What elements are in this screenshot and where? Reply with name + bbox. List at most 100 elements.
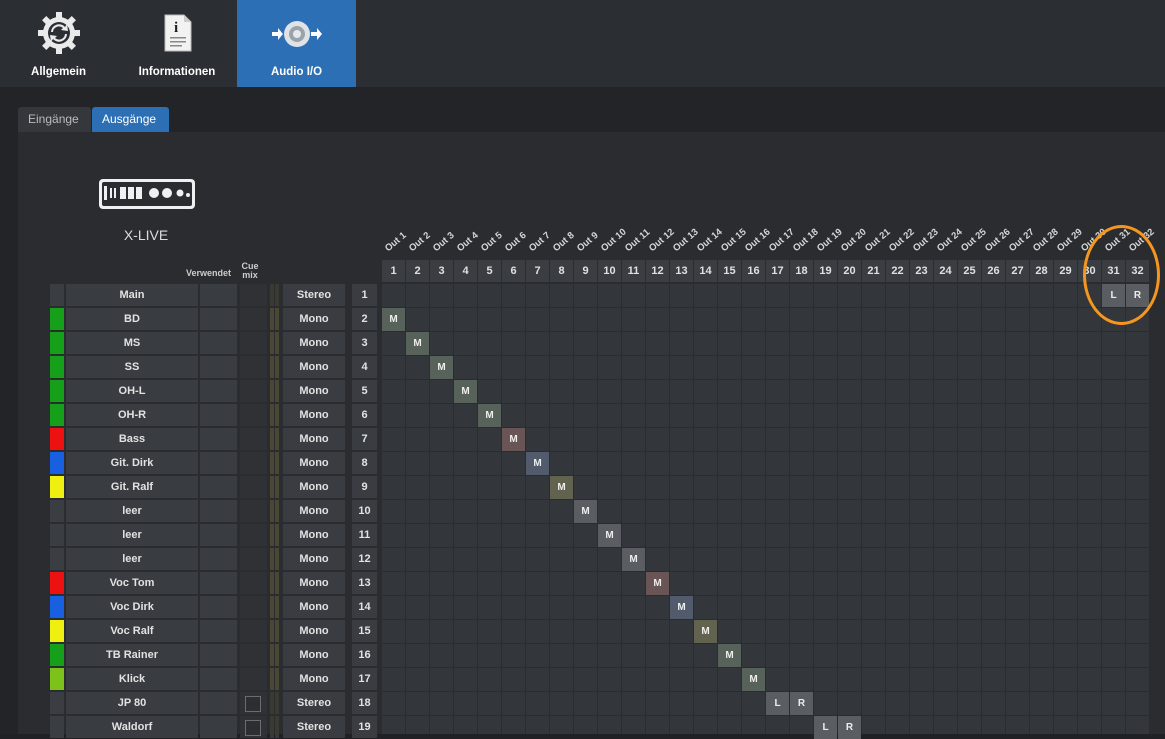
matrix-cell[interactable]: [406, 548, 429, 571]
matrix-cell[interactable]: [742, 596, 765, 619]
matrix-cell[interactable]: [1006, 500, 1029, 523]
matrix-cell[interactable]: [814, 428, 837, 451]
matrix-cell[interactable]: [1030, 500, 1053, 523]
output-number[interactable]: 29: [1054, 260, 1077, 282]
matrix-cell[interactable]: [1030, 356, 1053, 379]
matrix-cell[interactable]: [454, 596, 477, 619]
matrix-cell[interactable]: [526, 308, 549, 331]
matrix-cell[interactable]: [766, 620, 789, 643]
matrix-cell[interactable]: [382, 356, 405, 379]
tab-ausgaenge[interactable]: Ausgänge: [92, 107, 169, 132]
matrix-cell[interactable]: [838, 572, 861, 595]
matrix-cell[interactable]: [790, 380, 813, 403]
matrix-cell[interactable]: [1030, 476, 1053, 499]
matrix-cell[interactable]: [934, 332, 957, 355]
matrix-cell[interactable]: [454, 404, 477, 427]
matrix-cell[interactable]: [910, 716, 933, 734]
matrix-cell[interactable]: [910, 500, 933, 523]
routing-mark[interactable]: M: [454, 380, 477, 403]
matrix-cell[interactable]: [790, 524, 813, 547]
matrix-cell[interactable]: [1102, 452, 1125, 475]
matrix-cell[interactable]: [1006, 596, 1029, 619]
matrix-cell[interactable]: [1126, 500, 1149, 523]
matrix-cell[interactable]: [742, 356, 765, 379]
matrix-cell[interactable]: [862, 572, 885, 595]
matrix-cell[interactable]: [502, 452, 525, 475]
matrix-cell[interactable]: [766, 404, 789, 427]
matrix-cell[interactable]: [1030, 308, 1053, 331]
matrix-cell[interactable]: [454, 308, 477, 331]
matrix-cell[interactable]: [886, 452, 909, 475]
matrix-cell[interactable]: [526, 476, 549, 499]
matrix-cell[interactable]: [382, 284, 405, 307]
matrix-cell[interactable]: [622, 284, 645, 307]
channel-type[interactable]: Mono: [283, 332, 345, 354]
matrix-cell[interactable]: [478, 332, 501, 355]
matrix-cell[interactable]: [982, 500, 1005, 523]
matrix-cell[interactable]: [574, 668, 597, 691]
matrix-cell[interactable]: [958, 380, 981, 403]
matrix-cell[interactable]: [934, 668, 957, 691]
matrix-cell[interactable]: [1030, 548, 1053, 571]
matrix-cell[interactable]: [526, 500, 549, 523]
matrix-cell[interactable]: [958, 356, 981, 379]
matrix-cell[interactable]: [526, 428, 549, 451]
matrix-cell[interactable]: [406, 716, 429, 734]
matrix-cell[interactable]: [550, 644, 573, 667]
matrix-cell[interactable]: [1078, 716, 1101, 734]
matrix-cell[interactable]: [862, 356, 885, 379]
matrix-cell[interactable]: [862, 548, 885, 571]
matrix-cell[interactable]: [574, 692, 597, 715]
matrix-cell[interactable]: [1126, 548, 1149, 571]
channel-type[interactable]: Mono: [283, 428, 345, 450]
matrix-cell[interactable]: [718, 284, 741, 307]
matrix-cell[interactable]: [406, 572, 429, 595]
matrix-cell[interactable]: [982, 428, 1005, 451]
matrix-cell[interactable]: [910, 308, 933, 331]
matrix-cell[interactable]: [646, 356, 669, 379]
matrix-cell[interactable]: [382, 692, 405, 715]
matrix-cell[interactable]: [622, 572, 645, 595]
matrix-cell[interactable]: [646, 428, 669, 451]
matrix-cell[interactable]: [574, 428, 597, 451]
matrix-cell[interactable]: [646, 308, 669, 331]
matrix-cell[interactable]: [646, 476, 669, 499]
matrix-cell[interactable]: [982, 404, 1005, 427]
matrix-cell[interactable]: [982, 596, 1005, 619]
matrix-cell[interactable]: [454, 692, 477, 715]
matrix-cell[interactable]: [790, 500, 813, 523]
channel-type[interactable]: Mono: [283, 356, 345, 378]
matrix-cell[interactable]: [1030, 620, 1053, 643]
matrix-cell[interactable]: [454, 548, 477, 571]
matrix-cell[interactable]: [1126, 692, 1149, 715]
matrix-cell[interactable]: [934, 284, 957, 307]
matrix-cell[interactable]: [982, 356, 1005, 379]
matrix-cell[interactable]: [1126, 668, 1149, 691]
matrix-cell[interactable]: [862, 692, 885, 715]
output-number[interactable]: 16: [742, 260, 765, 282]
matrix-cell[interactable]: [742, 332, 765, 355]
matrix-cell[interactable]: [574, 572, 597, 595]
matrix-cell[interactable]: [430, 620, 453, 643]
matrix-cell[interactable]: [1102, 548, 1125, 571]
matrix-cell[interactable]: [1054, 476, 1077, 499]
matrix-cell[interactable]: [982, 476, 1005, 499]
matrix-cell[interactable]: [598, 668, 621, 691]
matrix-cell[interactable]: [478, 572, 501, 595]
matrix-cell[interactable]: [838, 500, 861, 523]
matrix-cell[interactable]: [670, 524, 693, 547]
matrix-cell[interactable]: [1078, 548, 1101, 571]
matrix-cell[interactable]: [430, 428, 453, 451]
matrix-cell[interactable]: [790, 668, 813, 691]
matrix-cell[interactable]: [814, 332, 837, 355]
matrix-cell[interactable]: [646, 332, 669, 355]
matrix-cell[interactable]: [814, 596, 837, 619]
matrix-cell[interactable]: [718, 524, 741, 547]
matrix-cell[interactable]: [478, 524, 501, 547]
channel-type[interactable]: Mono: [283, 524, 345, 546]
matrix-cell[interactable]: [718, 356, 741, 379]
matrix-cell[interactable]: [1102, 476, 1125, 499]
matrix-cell[interactable]: [526, 572, 549, 595]
matrix-cell[interactable]: [670, 308, 693, 331]
routing-mark[interactable]: M: [406, 332, 429, 355]
